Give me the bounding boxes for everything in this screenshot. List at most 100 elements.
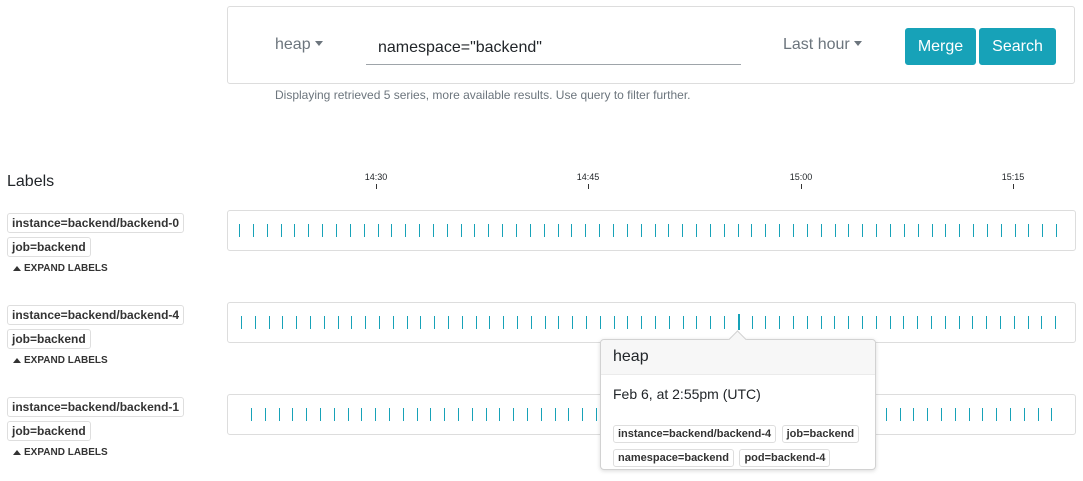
sample-marker[interactable] — [444, 408, 446, 421]
expand-labels-button[interactable]: EXPAND LABELS — [7, 447, 184, 458]
sample-marker[interactable] — [310, 316, 311, 329]
sample-marker[interactable] — [557, 224, 559, 237]
sample-marker[interactable] — [655, 316, 656, 329]
sample-marker[interactable] — [751, 316, 753, 329]
sample-marker[interactable] — [499, 408, 501, 421]
sample-marker[interactable] — [941, 408, 942, 421]
sample-marker[interactable] — [1010, 408, 1011, 421]
sample-marker[interactable] — [517, 316, 518, 329]
sample-marker[interactable] — [848, 316, 850, 329]
sample-marker[interactable] — [696, 316, 698, 329]
sample-marker[interactable] — [668, 224, 670, 237]
sample-marker[interactable] — [502, 224, 504, 237]
sample-marker[interactable] — [513, 408, 515, 421]
sample-marker[interactable] — [668, 316, 670, 329]
sample-marker[interactable] — [558, 316, 560, 329]
sample-marker[interactable] — [862, 224, 864, 237]
sample-marker[interactable] — [503, 316, 505, 329]
profile-type-dropdown[interactable]: heap — [275, 36, 323, 54]
sample-marker[interactable] — [751, 224, 753, 237]
sample-marker[interactable] — [723, 224, 725, 237]
sample-marker[interactable] — [641, 316, 643, 329]
sample-marker[interactable] — [779, 316, 781, 329]
sample-marker[interactable] — [446, 224, 448, 237]
sample-marker[interactable] — [959, 224, 961, 237]
sample-marker[interactable] — [320, 408, 321, 421]
sample-marker[interactable] — [1014, 224, 1016, 237]
sample-marker[interactable] — [568, 408, 570, 421]
sample-marker[interactable] — [308, 224, 310, 237]
sample-marker[interactable] — [448, 316, 449, 329]
sample-marker[interactable] — [917, 316, 919, 329]
sample-marker[interactable] — [239, 224, 240, 237]
sample-marker[interactable] — [737, 224, 739, 237]
merge-button[interactable]: Merge — [905, 28, 976, 65]
sample-marker[interactable] — [336, 224, 337, 237]
sample-marker[interactable] — [765, 224, 767, 237]
sample-marker[interactable] — [432, 224, 434, 237]
sample-marker[interactable] — [405, 224, 407, 237]
sample-marker[interactable] — [954, 408, 956, 421]
sample-marker[interactable] — [876, 224, 878, 237]
sample-marker[interactable] — [252, 224, 254, 237]
sample-marker[interactable] — [294, 224, 296, 237]
sample-marker[interactable] — [527, 408, 528, 421]
series-track[interactable] — [227, 210, 1076, 251]
sample-marker[interactable] — [793, 224, 794, 237]
query-input[interactable] — [366, 31, 741, 65]
sample-marker[interactable] — [903, 224, 905, 237]
sample-marker[interactable] — [430, 408, 432, 421]
sample-marker[interactable] — [599, 224, 601, 237]
sample-marker[interactable] — [1028, 224, 1030, 237]
sample-marker[interactable] — [899, 408, 901, 421]
sample-marker[interactable] — [927, 408, 929, 421]
sample-marker[interactable] — [958, 316, 960, 329]
sample-marker[interactable] — [264, 408, 266, 421]
sample-marker[interactable] — [488, 224, 490, 237]
sample-marker[interactable] — [931, 316, 932, 329]
sample-marker[interactable] — [489, 316, 491, 329]
sample-marker[interactable] — [599, 316, 601, 329]
sample-marker[interactable] — [254, 316, 256, 329]
sample-marker[interactable] — [848, 224, 850, 237]
sample-marker[interactable] — [640, 224, 642, 237]
sample-marker[interactable] — [820, 224, 822, 237]
sample-marker[interactable] — [543, 224, 545, 237]
sample-marker[interactable] — [282, 316, 284, 329]
sample-marker[interactable] — [737, 314, 740, 330]
sample-marker[interactable] — [419, 224, 420, 237]
sample-marker[interactable] — [530, 316, 532, 329]
sample-marker[interactable] — [1023, 408, 1025, 421]
sample-marker[interactable] — [251, 408, 252, 421]
sample-marker[interactable] — [596, 408, 597, 421]
sample-marker[interactable] — [654, 224, 656, 237]
sample-marker[interactable] — [779, 224, 781, 237]
sample-marker[interactable] — [475, 316, 477, 329]
sample-marker[interactable] — [806, 224, 808, 237]
sample-marker[interactable] — [862, 316, 863, 329]
sample-marker[interactable] — [1056, 224, 1058, 237]
sample-marker[interactable] — [392, 316, 394, 329]
sample-marker[interactable] — [292, 408, 294, 421]
expand-labels-button[interactable]: EXPAND LABELS — [7, 355, 184, 366]
sample-marker[interactable] — [461, 316, 463, 329]
sample-marker[interactable] — [361, 408, 363, 421]
sample-marker[interactable] — [529, 224, 531, 237]
sample-marker[interactable] — [696, 224, 698, 237]
sample-marker[interactable] — [322, 224, 324, 237]
sample-marker[interactable] — [434, 316, 436, 329]
sample-marker[interactable] — [710, 316, 712, 329]
sample-marker[interactable] — [571, 224, 573, 237]
sample-marker[interactable] — [793, 316, 794, 329]
sample-marker[interactable] — [474, 224, 476, 237]
sample-marker[interactable] — [349, 224, 351, 237]
sample-marker[interactable] — [913, 408, 915, 421]
sample-marker[interactable] — [586, 316, 587, 329]
sample-marker[interactable] — [516, 224, 517, 237]
sample-marker[interactable] — [389, 408, 390, 421]
sample-marker[interactable] — [613, 316, 615, 329]
time-range-dropdown[interactable]: Last hour — [783, 36, 862, 54]
sample-marker[interactable] — [996, 408, 998, 421]
sample-marker[interactable] — [917, 224, 919, 237]
sample-marker[interactable] — [471, 408, 473, 421]
